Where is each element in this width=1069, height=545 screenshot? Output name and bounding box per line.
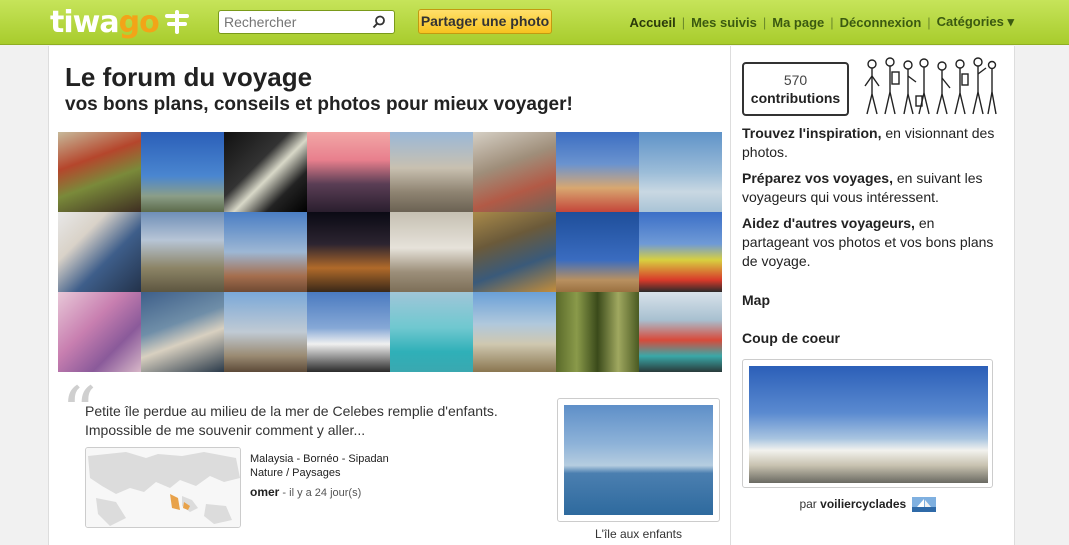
travelers-illustration-icon	[864, 57, 997, 115]
mosaic-photo[interactable]	[58, 292, 141, 372]
featured-quote: Petite île perdue au milieu de la mer de…	[85, 403, 498, 438]
share-photo-button[interactable]: Partager une photo	[418, 9, 552, 34]
post-category[interactable]: Nature / Paysages	[250, 466, 389, 480]
mosaic-photo[interactable]	[307, 212, 390, 292]
main-panel: Le forum du voyage vos bons plans, conse…	[48, 46, 731, 545]
photo-mosaic	[58, 132, 722, 372]
mosaic-photo[interactable]	[390, 132, 473, 212]
credit-user-link[interactable]: voiliercyclades	[820, 497, 906, 511]
tagline-preparez: Préparez vos voyages, en suivant les voy…	[742, 169, 1004, 207]
contributions-label: contributions	[750, 90, 841, 106]
nav-mes-suivis[interactable]: Mes suivis	[691, 15, 757, 30]
location-map[interactable]	[85, 447, 241, 528]
logo-text: tiwago	[50, 4, 160, 40]
coup-de-coeur-heading: Coup de coeur	[742, 330, 841, 346]
mosaic-photo[interactable]	[224, 132, 307, 212]
post-author-line: omer - il y a 24 jour(s)	[250, 485, 361, 499]
mosaic-photo[interactable]	[58, 132, 141, 212]
mosaic-photo[interactable]	[556, 292, 639, 372]
nav-accueil[interactable]: Accueil	[629, 15, 675, 30]
mosaic-photo[interactable]	[473, 212, 556, 292]
post-date: - il y a 24 jour(s)	[282, 487, 362, 499]
mosaic-photo[interactable]	[639, 132, 722, 212]
coup-de-coeur-credit: par voiliercyclades	[742, 497, 993, 513]
tagline-aidez: Aidez d'autres voyageurs, en partageant …	[742, 214, 1004, 271]
page-subtitle: vos bons plans, conseils et photos pour …	[65, 94, 573, 115]
mosaic-photo[interactable]	[639, 292, 722, 372]
post-location[interactable]: Malaysia - Bornéo - Sipadan	[250, 452, 389, 466]
nav-separator: |	[762, 14, 767, 30]
mosaic-photo[interactable]	[556, 132, 639, 212]
coup-de-coeur-image	[749, 366, 988, 483]
mosaic-photo[interactable]	[58, 212, 141, 292]
mosaic-photo[interactable]	[307, 292, 390, 372]
tagline-aidez-bold: Aidez d'autres voyageurs,	[742, 215, 915, 231]
nav-separator: |	[927, 14, 931, 30]
mosaic-photo[interactable]	[141, 292, 224, 372]
credit-prefix: par	[799, 497, 821, 511]
nav-separator: |	[830, 14, 834, 30]
page-title: Le forum du voyage	[65, 62, 313, 92]
site-logo[interactable]: tiwago	[50, 4, 191, 40]
tagline-inspiration-bold: Trouvez l'inspiration,	[742, 125, 882, 141]
mosaic-photo[interactable]	[224, 212, 307, 292]
contributions-count: 570	[783, 72, 808, 88]
mosaic-photo[interactable]	[639, 212, 722, 292]
sidebar: 570 contributions Trouvez l'inspiration,…	[731, 46, 1015, 545]
contributions-badge: 570 contributions	[742, 62, 849, 116]
mosaic-photo[interactable]	[224, 292, 307, 372]
nav-categories-dropdown[interactable]: Catégories ▾	[937, 14, 1014, 30]
post-author[interactable]: omer	[250, 485, 279, 499]
top-bar: tiwago Partager une photo Accueil | Mes …	[0, 0, 1069, 45]
nav-deconnexion[interactable]: Déconnexion	[840, 15, 922, 30]
nav-separator: |	[681, 14, 686, 30]
mosaic-photo[interactable]	[141, 132, 224, 212]
logo-mark-icon	[163, 8, 191, 36]
mosaic-photo[interactable]	[390, 212, 473, 292]
nav-ma-page[interactable]: Ma page	[772, 15, 824, 30]
tagline-preparez-bold: Préparez vos voyages,	[742, 170, 893, 186]
search-input[interactable]	[224, 14, 364, 30]
search-box[interactable]	[218, 10, 395, 34]
featured-photo-caption[interactable]: L'île aux enfants	[557, 527, 720, 541]
mosaic-photo[interactable]	[141, 212, 224, 292]
world-map-icon	[86, 448, 240, 527]
coup-de-coeur-photo[interactable]	[742, 359, 993, 488]
mosaic-photo[interactable]	[473, 292, 556, 372]
search-icon[interactable]	[372, 15, 386, 29]
featured-photo-image	[564, 405, 713, 515]
map-heading[interactable]: Map	[742, 292, 770, 308]
post-meta: Malaysia - Bornéo - Sipadan Nature / Pay…	[250, 452, 389, 480]
mosaic-photo[interactable]	[556, 212, 639, 292]
mosaic-photo[interactable]	[390, 292, 473, 372]
mosaic-photo[interactable]	[473, 132, 556, 212]
main-nav: Accueil | Mes suivis | Ma page | Déconne…	[629, 14, 1014, 30]
mosaic-photo[interactable]	[307, 132, 390, 212]
sailboat-avatar-icon[interactable]	[911, 497, 936, 513]
tagline-inspiration: Trouvez l'inspiration, en visionnant des…	[742, 124, 1004, 162]
featured-photo[interactable]	[557, 398, 720, 522]
